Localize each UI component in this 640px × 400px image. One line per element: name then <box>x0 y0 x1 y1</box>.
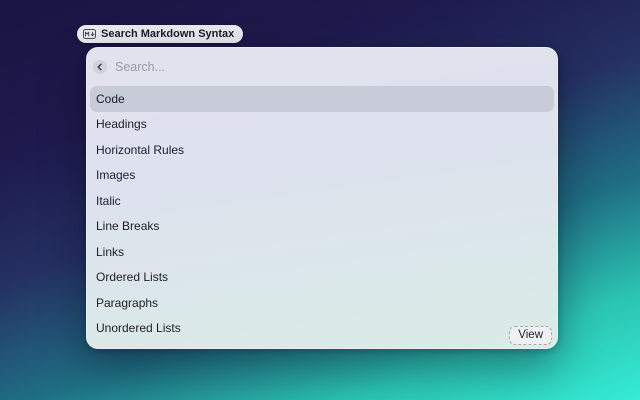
list-item[interactable]: Unordered Lists <box>90 316 554 342</box>
list-item[interactable]: Images <box>90 163 554 189</box>
command-tooltip-label: Search Markdown Syntax <box>101 28 234 40</box>
list-item[interactable]: Ordered Lists <box>90 265 554 291</box>
chevron-left-icon <box>96 63 104 71</box>
search-panel: CodeHeadingsHorizontal RulesImagesItalic… <box>86 47 558 349</box>
search-bar <box>87 48 557 85</box>
list-item[interactable]: Paragraphs <box>90 290 554 316</box>
list-item[interactable]: Italic <box>90 188 554 214</box>
search-input[interactable] <box>115 60 547 74</box>
results-list: CodeHeadingsHorizontal RulesImagesItalic… <box>87 86 557 341</box>
list-item[interactable]: Horizontal Rules <box>90 137 554 163</box>
view-button[interactable]: View <box>509 326 552 345</box>
list-item[interactable]: Links <box>90 239 554 265</box>
list-item[interactable]: Code <box>90 86 554 112</box>
back-button[interactable] <box>93 60 107 74</box>
markdown-icon <box>83 29 96 39</box>
list-item[interactable]: Headings <box>90 112 554 138</box>
list-item[interactable]: Line Breaks <box>90 214 554 240</box>
command-tooltip: Search Markdown Syntax <box>77 25 243 43</box>
